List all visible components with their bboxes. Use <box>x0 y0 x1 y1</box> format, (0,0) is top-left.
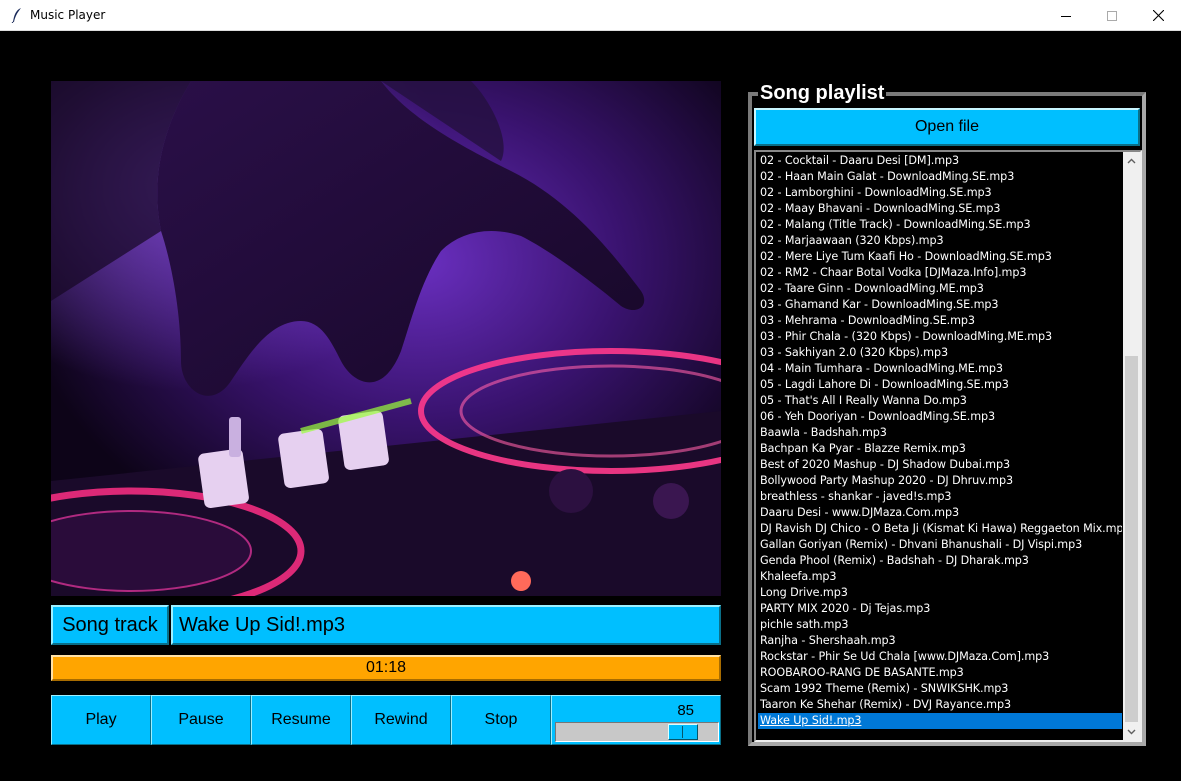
playlist-item[interactable]: DJ Ravish DJ Chico - O Beta Ji (Kismat K… <box>758 521 1122 537</box>
playlist-item[interactable]: 05 - That's All I Really Wanna Do.mp3 <box>758 393 1122 409</box>
playlist-item[interactable]: Rockstar - Phir Se Ud Chala [www.DJMaza.… <box>758 649 1122 665</box>
elapsed-time-bar: 01:18 <box>51 655 721 681</box>
feather-icon <box>11 8 21 23</box>
volume-value: 85 <box>677 702 694 719</box>
window-title: Music Player <box>30 8 106 22</box>
close-icon <box>1152 10 1164 21</box>
app-window: Song track Wake Up Sid!.mp3 01:18 Play P… <box>0 31 1181 781</box>
playlist-item[interactable]: Daaru Desi - www.DJMaza.Com.mp3 <box>758 505 1122 521</box>
playlist-item[interactable]: Best of 2020 Mashup - DJ Shadow Dubai.mp… <box>758 457 1122 473</box>
playlist-item[interactable]: 05 - Lagdi Lahore Di - DownloadMing.SE.m… <box>758 377 1122 393</box>
playlist-item[interactable]: 02 - Lamborghini - DownloadMing.SE.mp3 <box>758 185 1122 201</box>
playlist-item[interactable]: 02 - Maay Bhavani - DownloadMing.SE.mp3 <box>758 201 1122 217</box>
playlist-item[interactable]: Bollywood Party Mashup 2020 - DJ Dhruv.m… <box>758 473 1122 489</box>
playlist-item[interactable]: Taaron Ke Shehar (Remix) - DVJ Rayance.m… <box>758 697 1122 713</box>
minimize-button[interactable] <box>1043 0 1089 31</box>
song-track-label: Song track <box>51 605 169 645</box>
scroll-down-button[interactable] <box>1123 723 1140 740</box>
elapsed-time: 01:18 <box>365 659 407 676</box>
open-file-button[interactable]: Open file <box>754 108 1140 146</box>
playlist-scrollbar[interactable] <box>1123 152 1140 740</box>
title-bar: Music Player <box>0 0 1181 31</box>
playlist-item[interactable]: Scam 1992 Theme (Remix) - SNWIKSHK.mp3 <box>758 681 1122 697</box>
playlist-items[interactable]: 02 - Cocktail - Daaru Desi [DM].mp3 02 - … <box>758 153 1122 739</box>
playlist-item[interactable]: 02 - Marjaawaan (320 Kbps).mp3 <box>758 233 1122 249</box>
playlist-item[interactable]: 03 - Mehrama - DownloadMing.SE.mp3 <box>758 313 1122 329</box>
playlist-item[interactable]: Khaleefa.mp3 <box>758 569 1122 585</box>
rewind-button[interactable]: Rewind <box>351 695 451 745</box>
volume-slider-thumb[interactable] <box>668 724 698 740</box>
maximize-button[interactable] <box>1089 0 1135 31</box>
playlist-item[interactable]: ROOBAROO-RANG DE BASANTE.mp3 <box>758 665 1122 681</box>
playlist-item[interactable]: Ranjha - Shershaah.mp3 <box>758 633 1122 649</box>
volume-slider-trough[interactable] <box>555 722 719 742</box>
maximize-icon <box>1107 10 1117 21</box>
playlist-item[interactable]: pichle sath.mp3 <box>758 617 1122 633</box>
pause-button[interactable]: Pause <box>151 695 251 745</box>
playlist-item[interactable]: Long Drive.mp3 <box>758 585 1122 601</box>
chevron-up-icon <box>1127 158 1136 163</box>
close-button[interactable] <box>1135 0 1181 31</box>
playlist-item[interactable]: 02 - Taare Ginn - DownloadMing.ME.mp3 <box>758 281 1122 297</box>
playlist-item[interactable]: 06 - Yeh Dooriyan - DownloadMing.SE.mp3 <box>758 409 1122 425</box>
stop-button[interactable]: Stop <box>451 695 551 745</box>
minimize-icon <box>1061 15 1071 17</box>
playlist-item[interactable]: 03 - Sakhiyan 2.0 (320 Kbps).mp3 <box>758 345 1122 361</box>
playlist-item[interactable]: breathless - shankar - javed!s.mp3 <box>758 489 1122 505</box>
play-button[interactable]: Play <box>51 695 151 745</box>
resume-button[interactable]: Resume <box>251 695 351 745</box>
volume-slider[interactable]: 85 <box>551 695 721 745</box>
playlist-item[interactable]: PARTY MIX 2020 - Dj Tejas.mp3 <box>758 601 1122 617</box>
playlist-item[interactable]: 03 - Ghamand Kar - DownloadMing.SE.mp3 <box>758 297 1122 313</box>
playlist-item[interactable]: Gallan Goriyan (Remix) - Dhvani Bhanusha… <box>758 537 1122 553</box>
playlist-item[interactable]: 02 - Cocktail - Daaru Desi [DM].mp3 <box>758 153 1122 169</box>
playlist-item[interactable]: 02 - Haan Main Galat - DownloadMing.SE.m… <box>758 169 1122 185</box>
playlist-item[interactable]: Baawla - Badshah.mp3 <box>758 425 1122 441</box>
chevron-down-icon <box>1127 729 1136 734</box>
playlist-item[interactable]: Genda Phool (Remix) - Badshah - DJ Dhara… <box>758 553 1122 569</box>
playlist-item[interactable]: 02 - Mere Liye Tum Kaafi Ho - DownloadMi… <box>758 249 1122 265</box>
current-track-name: Wake Up Sid!.mp3 <box>171 605 721 645</box>
playlist-item[interactable]: 03 - Phir Chala - (320 Kbps) - DownloadM… <box>758 329 1122 345</box>
album-art <box>51 81 721 596</box>
scroll-up-button[interactable] <box>1123 152 1140 169</box>
playlist-item[interactable]: Wake Up Sid!.mp3 <box>758 713 1122 729</box>
playlist-item[interactable]: 02 - Malang (Title Track) - DownloadMing… <box>758 217 1122 233</box>
playlist-item[interactable]: 02 - RM2 - Chaar Botal Vodka [DJMaza.Inf… <box>758 265 1122 281</box>
playlist-item[interactable]: Bachpan Ka Pyar - Blazze Remix.mp3 <box>758 441 1122 457</box>
scrollbar-thumb[interactable] <box>1125 356 1138 722</box>
playlist-title: Song playlist <box>758 81 887 105</box>
playlist-frame: Song playlist Open file 02 - Cocktail - … <box>748 81 1146 746</box>
playlist-item[interactable]: 04 - Main Tumhara - DownloadMing.ME.mp3 <box>758 361 1122 377</box>
playlist-listbox[interactable]: 02 - Cocktail - Daaru Desi [DM].mp3 02 - … <box>754 150 1142 742</box>
